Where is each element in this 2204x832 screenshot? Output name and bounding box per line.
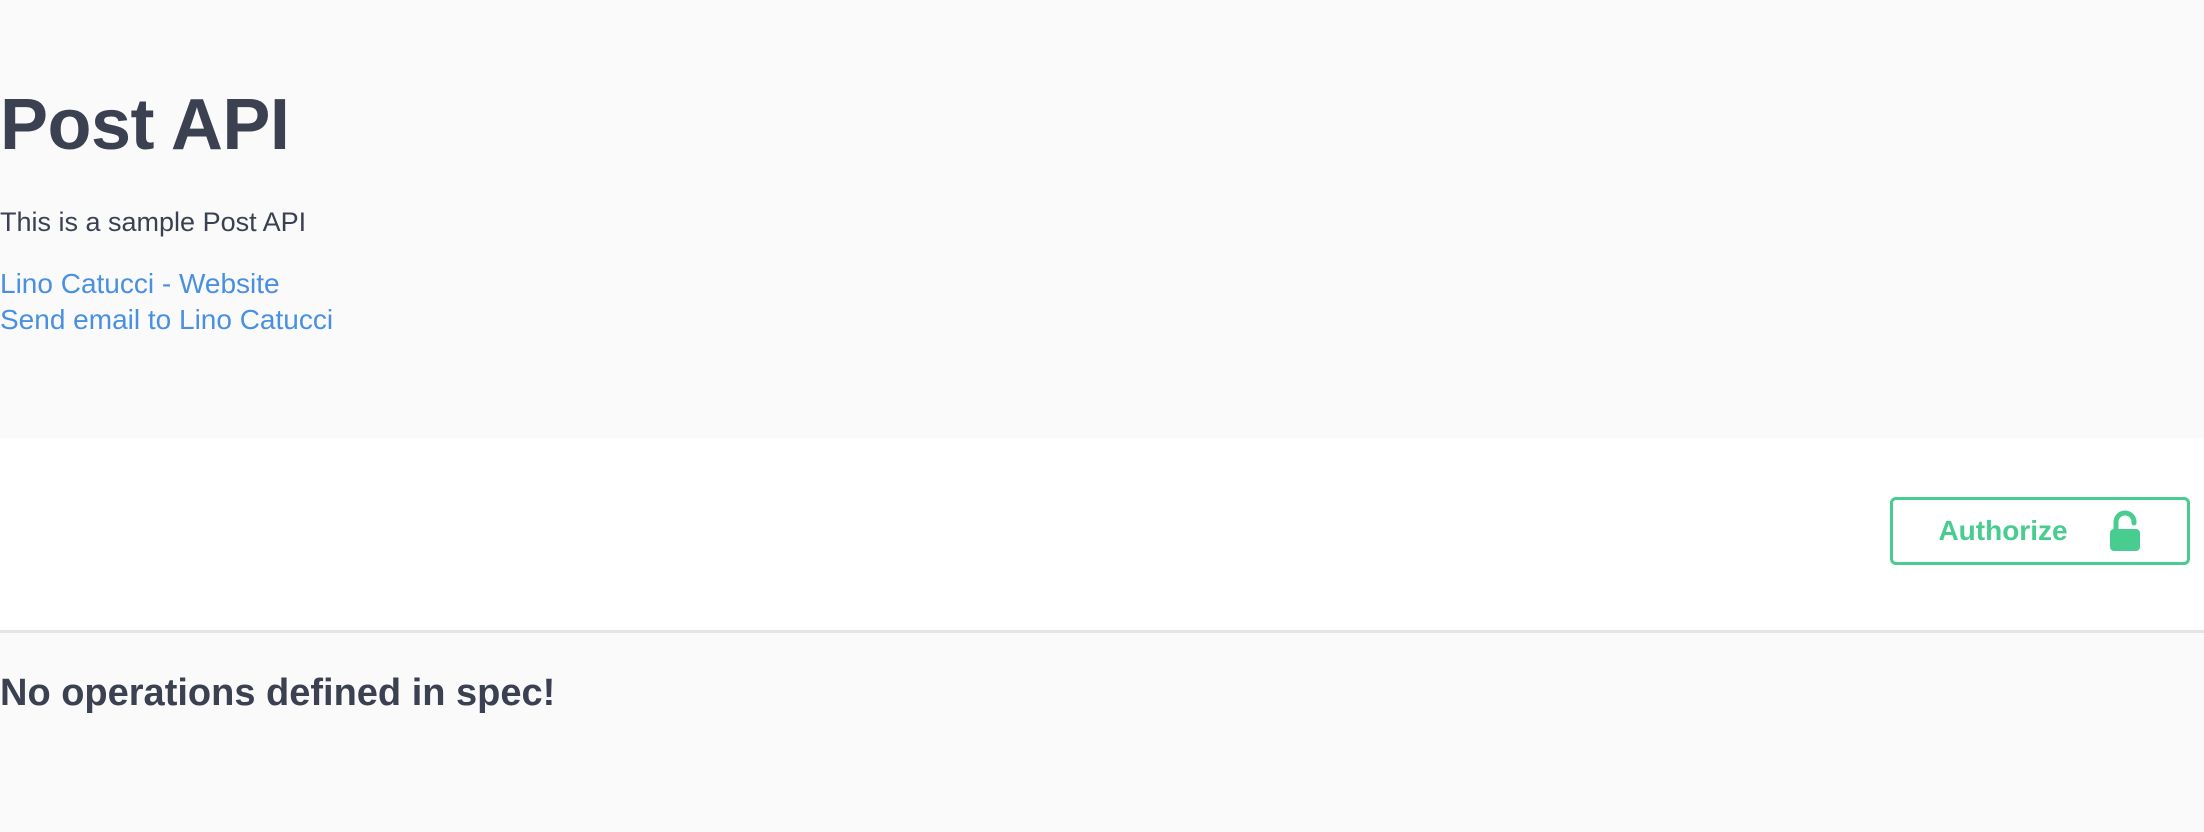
email-link[interactable]: Send email to Lino Catucci	[0, 302, 333, 338]
contact-links: Lino Catucci - Website Send email to Lin…	[0, 266, 333, 338]
operations-section: No operations defined in spec!	[0, 633, 2204, 832]
authorize-button[interactable]: Authorize	[1890, 497, 2190, 565]
authorize-label: Authorize	[1938, 515, 2068, 546]
info-section: Post API This is a sample Post API Lino …	[0, 0, 2204, 438]
unlocked-padlock-icon	[2108, 510, 2142, 552]
page-title: Post API	[0, 85, 290, 165]
no-operations-message: No operations defined in spec!	[0, 672, 556, 714]
website-link[interactable]: Lino Catucci - Website	[0, 266, 333, 302]
scheme-container: Authorize	[0, 438, 2204, 633]
api-description: This is a sample Post API	[0, 207, 307, 237]
